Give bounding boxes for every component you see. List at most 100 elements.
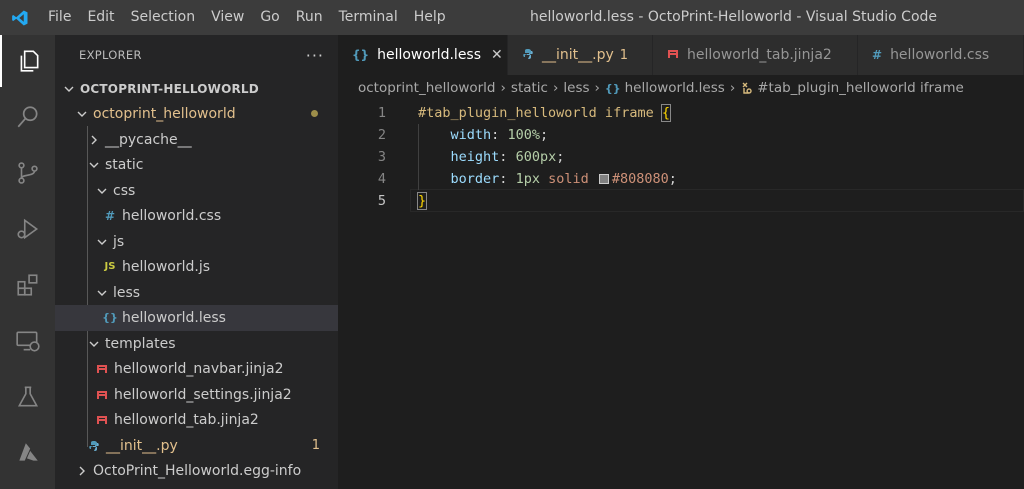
chevron-right-icon: › (594, 80, 600, 96)
remote-explorer-icon[interactable] (0, 315, 55, 367)
python-file-icon (86, 440, 102, 452)
jinja-file-icon (667, 48, 679, 63)
activity-bar (0, 35, 55, 489)
menu-bar: File Edit Selection View Go Run Terminal… (40, 0, 454, 35)
menu-help[interactable]: Help (406, 0, 454, 35)
window-title: helloworld.less - OctoPrint-Helloworld -… (530, 9, 938, 25)
css-color-value: #808080 (611, 170, 669, 187)
tree-file-tab-jinja2[interactable]: helloworld_tab.jinja2 (55, 407, 338, 433)
search-icon[interactable] (0, 91, 55, 143)
code-line: 1 #tab_plugin_helloworld iframe { (338, 101, 1024, 124)
chevron-right-icon (86, 134, 102, 146)
chevron-down-icon (94, 236, 110, 248)
colon: : (499, 148, 508, 165)
css-value: 100% (507, 126, 540, 143)
more-actions-button[interactable]: ··· (306, 46, 324, 65)
semicolon: ; (539, 126, 549, 143)
root-folder-label: OCTOPRINT-HELLOWORLD (80, 81, 259, 96)
extensions-icon[interactable] (0, 259, 55, 311)
less-file-icon: {} (352, 48, 370, 62)
tree-folder-less[interactable]: less (55, 280, 338, 306)
colon: : (499, 170, 508, 187)
selector-symbol-icon (740, 81, 754, 95)
code-text: width: 100%; (418, 126, 549, 143)
colon: : (491, 126, 500, 143)
line-number: 3 (377, 148, 386, 165)
less-file-icon: {} (102, 311, 118, 325)
code-line: 5 } (338, 189, 1024, 212)
tab-helloworld-tab-jinja2[interactable]: helloworld_tab.jinja2 (653, 35, 858, 75)
tree-folder-octoprint-helloworld[interactable]: octoprint_helloworld (55, 101, 338, 127)
problem-count-badge: 1 (619, 47, 629, 63)
close-brace: } (416, 191, 428, 210)
code-editor[interactable]: 1 #tab_plugin_helloworld iframe { 2 widt… (338, 101, 1024, 489)
testing-icon[interactable] (0, 371, 55, 423)
jinja-file-icon (94, 389, 110, 401)
tree-file-settings-jinja2[interactable]: helloworld_settings.jinja2 (55, 382, 338, 408)
chevron-down-icon (86, 338, 102, 350)
code-text: } (416, 191, 428, 210)
problem-count-badge: 1 (311, 438, 320, 454)
tab-label: __init__.py (542, 47, 614, 63)
tree-root[interactable]: OCTOPRINT-HELLOWORLD (55, 76, 338, 102)
code-text: height: 600px; (418, 148, 565, 165)
source-control-icon[interactable] (0, 147, 55, 199)
line-number: 1 (377, 104, 386, 121)
menu-edit[interactable]: Edit (79, 0, 122, 35)
breadcrumb-item[interactable]: static (511, 80, 548, 96)
css-file-icon: # (872, 48, 883, 62)
tree-item-label: js (113, 233, 125, 250)
breadcrumb-item[interactable]: #tab_plugin_helloworld iframe (757, 80, 964, 96)
explorer-icon[interactable] (0, 35, 55, 87)
python-file-icon (522, 48, 534, 63)
tab-init-py[interactable]: __init__.py 1 (508, 35, 653, 75)
menu-file[interactable]: File (40, 0, 79, 35)
vscode-logo-icon (0, 0, 40, 35)
tree-item-label: helloworld.css (122, 207, 222, 224)
tab-helloworld-css[interactable]: # helloworld.css (858, 35, 1024, 75)
semicolon: ; (556, 148, 565, 165)
title-bar: File Edit Selection View Go Run Terminal… (0, 0, 1024, 35)
tree-folder-pycache[interactable]: __pycache__ (55, 127, 338, 153)
tree-item-label: templates (105, 335, 176, 352)
code-text: border: 1px solid #808080; (418, 171, 677, 187)
color-swatch[interactable] (598, 173, 609, 184)
tree-folder-static[interactable]: static (55, 152, 338, 178)
css-file-icon: # (104, 208, 116, 223)
tree-file-navbar-jinja2[interactable]: helloworld_navbar.jinja2 (55, 356, 338, 382)
chevron-down-icon (94, 287, 110, 299)
breadcrumb-item[interactable]: octoprint_helloworld (358, 80, 496, 96)
tree-folder-css[interactable]: css (55, 178, 338, 204)
breadcrumb: octoprint_helloworld › static › less › {… (338, 75, 1024, 101)
menu-view[interactable]: View (203, 0, 252, 35)
less-file-icon: {} (604, 81, 621, 95)
menu-go[interactable]: Go (252, 0, 287, 35)
menu-run[interactable]: Run (288, 0, 331, 35)
line-number: 4 (377, 170, 386, 187)
css-property: width (450, 126, 492, 143)
line-number: 2 (377, 126, 386, 143)
menu-terminal[interactable]: Terminal (331, 0, 406, 35)
breadcrumb-item[interactable]: helloworld.less (625, 80, 725, 96)
css-property: border (450, 170, 500, 187)
menu-selection[interactable]: Selection (123, 0, 204, 35)
tree-file-init-py[interactable]: __init__.py 1 (55, 433, 338, 459)
css-property: height (450, 148, 500, 165)
tree-item-label: helloworld.less (122, 309, 226, 326)
tree-folder-templates[interactable]: templates (55, 331, 338, 357)
azure-icon[interactable] (0, 427, 55, 479)
chevron-right-icon (74, 465, 90, 477)
breadcrumb-item[interactable]: less (563, 80, 589, 96)
tree-file-helloworld-js[interactable]: JS helloworld.js (55, 254, 338, 280)
code-line: 2 width: 100%; (338, 123, 1024, 146)
tree-folder-egg-info[interactable]: OctoPrint_Helloworld.egg-info (55, 458, 338, 484)
close-icon[interactable]: ✕ (491, 47, 503, 63)
tree-item-label: less (113, 284, 141, 301)
tree-file-helloworld-css[interactable]: # helloworld.css (55, 203, 338, 229)
tree-file-helloworld-less[interactable]: {} helloworld.less (55, 305, 338, 331)
tab-helloworld-less[interactable]: {} helloworld.less ✕ (338, 35, 508, 75)
tree-folder-js[interactable]: js (55, 229, 338, 255)
tree-item-label: css (113, 182, 136, 199)
tree-item-label: static (105, 156, 144, 173)
run-debug-icon[interactable] (0, 203, 55, 255)
